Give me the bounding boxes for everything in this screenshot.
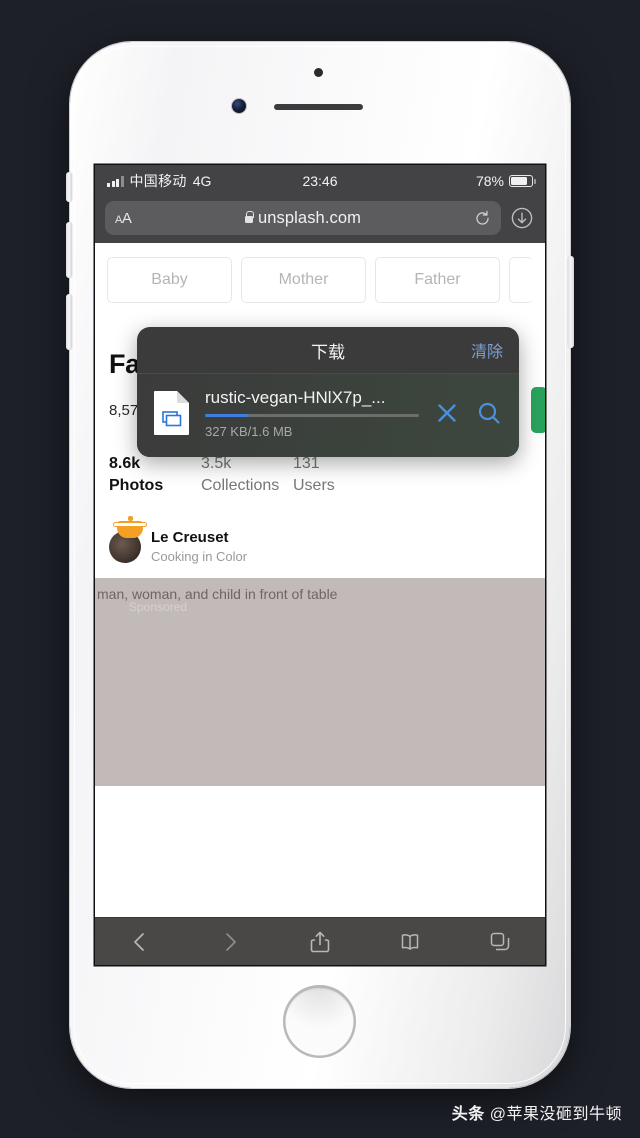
cooking-pot-icon <box>113 515 147 538</box>
web-page-content: Baby Mother Father Family pictures 8,573… <box>95 243 545 965</box>
status-bar-left: 中国移动 4G <box>107 171 211 191</box>
text-size-icon[interactable]: AA <box>115 210 132 227</box>
clear-downloads-button[interactable]: 清除 <box>471 338 503 362</box>
sponsor-name: Le Creuset <box>151 529 229 546</box>
sponsored-photo[interactable]: man, woman, and child in front of table … <box>95 578 545 786</box>
stat-photos-value: 8.6k <box>109 455 141 472</box>
stat-users-label: Users <box>293 477 335 494</box>
downloads-popup-header: 下载 清除 <box>137 327 519 374</box>
home-button[interactable] <box>283 985 356 1058</box>
watermark: 头条 @苹果没砸到牛顿 <box>452 1100 622 1124</box>
volume-up-button[interactable] <box>66 222 72 278</box>
chip-mother[interactable]: Mother <box>241 257 366 303</box>
browser-bottom-toolbar <box>95 917 545 965</box>
search-icon[interactable] <box>475 399 503 427</box>
volume-down-button[interactable] <box>66 294 72 350</box>
download-progress-bar <box>205 414 419 417</box>
lock-icon <box>244 211 254 223</box>
downloads-popup: 下载 清除 rustic-vegan-HNlX7p_... 327 KB/1.6… <box>137 327 519 457</box>
chip-baby[interactable]: Baby <box>107 257 232 303</box>
stat-users-value: 131 <box>293 455 320 472</box>
watermark-brand: 头条 <box>451 1106 485 1123</box>
downloads-popup-title: 下载 <box>311 342 345 362</box>
carrier-name: 中国移动 <box>129 173 187 189</box>
bookmarks-icon[interactable] <box>398 930 422 954</box>
stat-collections-label: Collections <box>201 477 280 494</box>
earpiece-speaker <box>274 104 363 110</box>
close-icon[interactable] <box>433 399 461 427</box>
download-file-name: rustic-vegan-HNlX7p_... <box>205 388 386 407</box>
chip-next-partial[interactable] <box>509 257 533 303</box>
power-button[interactable] <box>568 256 574 348</box>
reload-icon[interactable] <box>474 210 491 227</box>
download-file-size: 327 KB/1.6 MB <box>205 423 293 439</box>
mute-switch[interactable] <box>66 172 72 202</box>
front-camera-icon <box>232 99 246 113</box>
download-item-info: rustic-vegan-HNlX7p_... 327 KB/1.6 MB <box>205 388 419 439</box>
page-search-button[interactable] <box>531 387 545 433</box>
category-chip-row: Baby Mother Father <box>95 243 545 305</box>
phone-screen: 中国移动 4G 23:46 78% AA unsplash.com Baby M… <box>95 165 545 965</box>
watermark-handle: @苹果没砸到牛顿 <box>489 1106 622 1123</box>
share-icon[interactable] <box>308 930 332 954</box>
downloads-button[interactable] <box>509 205 535 231</box>
sponsor-row[interactable]: Le Creuset Cooking in Color <box>109 515 531 564</box>
stat-photos-label: Photos <box>109 477 164 494</box>
proximity-sensor-icon <box>314 68 323 77</box>
stats-row: 8.6k Photos 3.5k Collections 131 Users <box>109 455 531 495</box>
stat-collections[interactable]: 3.5k Collections <box>201 455 293 495</box>
status-bar-right: 78% <box>475 173 536 189</box>
signal-strength-icon <box>107 175 124 187</box>
stat-photos[interactable]: 8.6k Photos <box>109 455 201 495</box>
battery-percent-label: 78% <box>475 173 504 189</box>
sponsor-text: Le Creuset Cooking in Color <box>151 529 247 564</box>
sponsored-label: Sponsored <box>129 600 188 614</box>
tabs-icon[interactable] <box>488 930 512 954</box>
chip-father[interactable]: Father <box>375 257 500 303</box>
address-bar-center: unsplash.com <box>105 209 501 228</box>
status-bar: 中国移动 4G 23:46 78% <box>95 165 545 197</box>
url-text: unsplash.com <box>257 208 361 227</box>
back-icon[interactable] <box>128 930 152 954</box>
stat-collections-value: 3.5k <box>201 455 232 472</box>
address-bar[interactable]: AA unsplash.com <box>105 201 501 235</box>
screenshot-root: 中国移动 4G 23:46 78% AA unsplash.com Baby M… <box>0 0 640 1138</box>
avatar <box>109 515 147 563</box>
forward-icon[interactable] <box>218 930 242 954</box>
document-icon <box>153 390 191 436</box>
stat-users[interactable]: 131 Users <box>293 455 385 495</box>
battery-icon <box>509 175 536 187</box>
network-type: 4G <box>192 173 212 189</box>
sponsor-tagline: Cooking in Color <box>151 549 248 564</box>
browser-toolbar: AA unsplash.com <box>95 197 545 243</box>
download-item: rustic-vegan-HNlX7p_... 327 KB/1.6 MB <box>137 374 519 457</box>
